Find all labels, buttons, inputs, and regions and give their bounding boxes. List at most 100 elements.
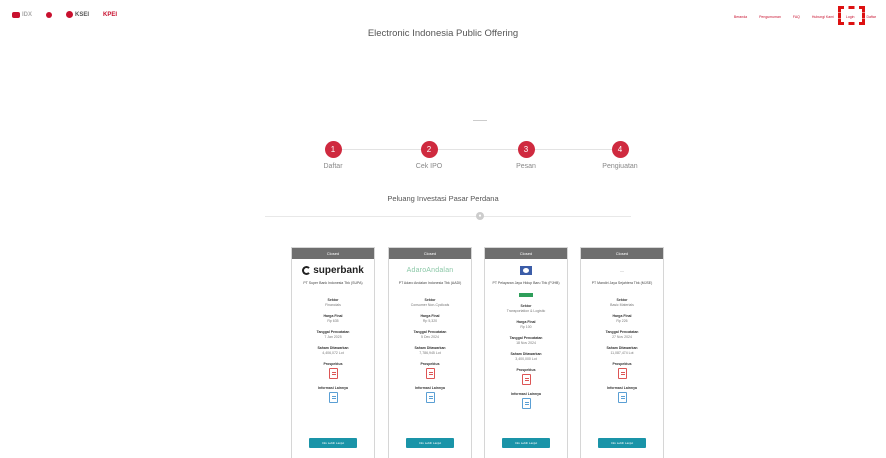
more-info-button[interactable]: Info Lebih Lanjut — [309, 438, 357, 448]
field-other-info: Informasi Lainnya — [485, 392, 567, 409]
field-value: 11,087,474 Lot — [610, 351, 634, 355]
document-icon[interactable] — [617, 392, 627, 403]
superbank-icon — [302, 265, 312, 275]
field-label: Tanggal Pencatatan — [413, 330, 447, 334]
field-value: 4,406,072 Lot — [322, 351, 344, 355]
field-price: Harga Final Rp 100 — [485, 320, 567, 329]
company-logo: superbank — [292, 259, 374, 281]
step-pesan: 3 Pesan — [496, 141, 556, 170]
field-label: Saham Ditawarkan — [414, 346, 446, 350]
field-shares: Saham Ditawarkan 11,087,474 Lot — [581, 346, 663, 355]
main-nav: Beranda Pengumuman FAQ Hubungi Kami Logi… — [734, 6, 876, 25]
steps-connector — [334, 149, 622, 150]
company-logo: AdaroAndalan — [389, 259, 471, 281]
more-info-button[interactable]: Info Lebih Lanjut — [502, 438, 550, 448]
field-label: Sektor — [424, 298, 436, 302]
login-highlight — [837, 6, 865, 25]
field-price: Harga Final Rp 5,320 — [389, 314, 471, 323]
step-number: 2 — [420, 141, 438, 158]
idx-mark-icon — [12, 11, 20, 18]
step-number: 1 — [324, 141, 342, 158]
page-title: Electronic Indonesia Public Offering — [367, 28, 519, 39]
field-sector: Sektor Basic Materials — [581, 298, 663, 307]
field-label: Sektor — [520, 304, 532, 308]
field-label: Tanggal Pencatatan — [605, 330, 639, 334]
company-logo — [485, 259, 567, 281]
field-label: Prospektus — [323, 362, 343, 366]
field-label: Harga Final — [612, 314, 632, 318]
field-label: Saham Ditawarkan — [510, 352, 542, 356]
divider-dot-icon: ● — [476, 212, 484, 220]
idx-logo[interactable]: IDX — [12, 11, 32, 18]
section-divider — [265, 216, 631, 217]
step-label: Pengiuatan — [602, 163, 638, 170]
pdf-icon[interactable] — [328, 368, 338, 379]
pin-logo[interactable] — [46, 11, 53, 18]
nav-login[interactable]: Login — [837, 6, 865, 25]
field-other-info: Informasi Lainnya — [292, 386, 374, 403]
field-prospectus: Prospektus — [581, 362, 663, 379]
field-label: Prospektus — [612, 362, 632, 366]
field-label: Saham Ditawarkan — [317, 346, 349, 350]
logo-text: superbank — [313, 264, 364, 276]
field-shares: Saham Ditawarkan 7,786,945 Lot — [389, 346, 471, 355]
partner-logos: IDX KSEI KPEI — [12, 11, 117, 18]
field-value: Consumer Non-Cyclicals — [410, 303, 450, 307]
field-label: Tanggal Pencatatan — [509, 336, 543, 340]
field-listing-date: Tanggal Pencatatan 18 Nov 2024 — [485, 336, 567, 345]
step-penjatahan: 4 Pengiuatan — [590, 141, 650, 170]
nav-hubungi-kami[interactable]: Hubungi Kami — [812, 15, 834, 19]
ipo-card: Closed — PT Mandiri Jaya Sejahtera Tbk (… — [580, 247, 664, 458]
step-label: Pesan — [516, 163, 536, 170]
card-status: Closed — [292, 248, 374, 259]
field-sector: Sektor Financials — [292, 298, 374, 307]
field-price: Harga Final Rp 635 — [292, 314, 374, 323]
company-name: PT Adaro Andalan Indonesia Tbk (AADI) — [398, 281, 462, 285]
field-label: Harga Final — [516, 320, 536, 324]
pdf-icon[interactable] — [521, 374, 531, 385]
pdf-icon[interactable] — [617, 368, 627, 379]
field-shares: Saham Ditawarkan 4,406,072 Lot — [292, 346, 374, 355]
field-label: Informasi Lainnya — [318, 386, 348, 390]
more-info-button[interactable]: Info Lebih Lanjut — [406, 438, 454, 448]
field-label: Sektor — [616, 298, 628, 302]
adaro-logo: AdaroAndalan — [406, 266, 454, 274]
field-value: 3,400,000 Lot — [515, 357, 537, 361]
field-value: 27 Nov 2024 — [612, 335, 632, 339]
ksei-logo[interactable]: KSEI — [66, 11, 89, 18]
kpei-logo[interactable]: KPEI — [103, 12, 117, 18]
field-sector: Sektor Transportation & Logistic — [485, 304, 567, 313]
nav-faq[interactable]: FAQ — [793, 15, 800, 19]
step-label: Daftar — [323, 163, 343, 170]
nav-beranda[interactable]: Beranda — [734, 15, 747, 19]
nav-pengumuman[interactable]: Pengumuman — [759, 15, 781, 19]
step-label: Cek IPO — [415, 163, 443, 170]
card-status: Closed — [485, 248, 567, 259]
step-number: 3 — [517, 141, 535, 158]
company-name: PT Mandiri Jaya Sejahtera Tbk (MJSE) — [591, 281, 653, 285]
field-label: Prospektus — [516, 368, 536, 372]
step-daftar: 1 Daftar — [303, 141, 363, 170]
field-value: Rp 5,320 — [422, 319, 438, 323]
document-icon[interactable] — [328, 392, 338, 403]
document-icon[interactable] — [425, 392, 435, 403]
status-badge — [519, 293, 533, 297]
document-icon[interactable] — [521, 398, 531, 409]
field-label: Tanggal Pencatatan — [316, 330, 350, 334]
field-label: Informasi Lainnya — [415, 386, 445, 390]
more-info-button[interactable]: Info Lebih Lanjut — [598, 438, 646, 448]
field-price: Harga Final Rp 226 — [581, 314, 663, 323]
field-value: 5 Dec 2024 — [421, 335, 439, 339]
nav-daftar[interactable]: Daftar — [866, 15, 876, 19]
ipo-card: Closed PT Pelayaran Jaya Hidup Baru Tbk … — [484, 247, 568, 458]
field-sector: Sektor Consumer Non-Cyclicals — [389, 298, 471, 307]
card-status: Closed — [389, 248, 471, 259]
step-number: 4 — [611, 141, 629, 158]
field-listing-date: Tanggal Pencatatan 7 Jan 2025 — [292, 330, 374, 339]
field-value: Basic Materials — [610, 303, 634, 307]
divider — [473, 120, 487, 121]
company-logo-text: — — [620, 267, 624, 273]
company-name: PT Pelayaran Jaya Hidup Baru Tbk (PJHB) — [492, 281, 560, 285]
field-other-info: Informasi Lainnya — [581, 386, 663, 403]
pdf-icon[interactable] — [425, 368, 435, 379]
